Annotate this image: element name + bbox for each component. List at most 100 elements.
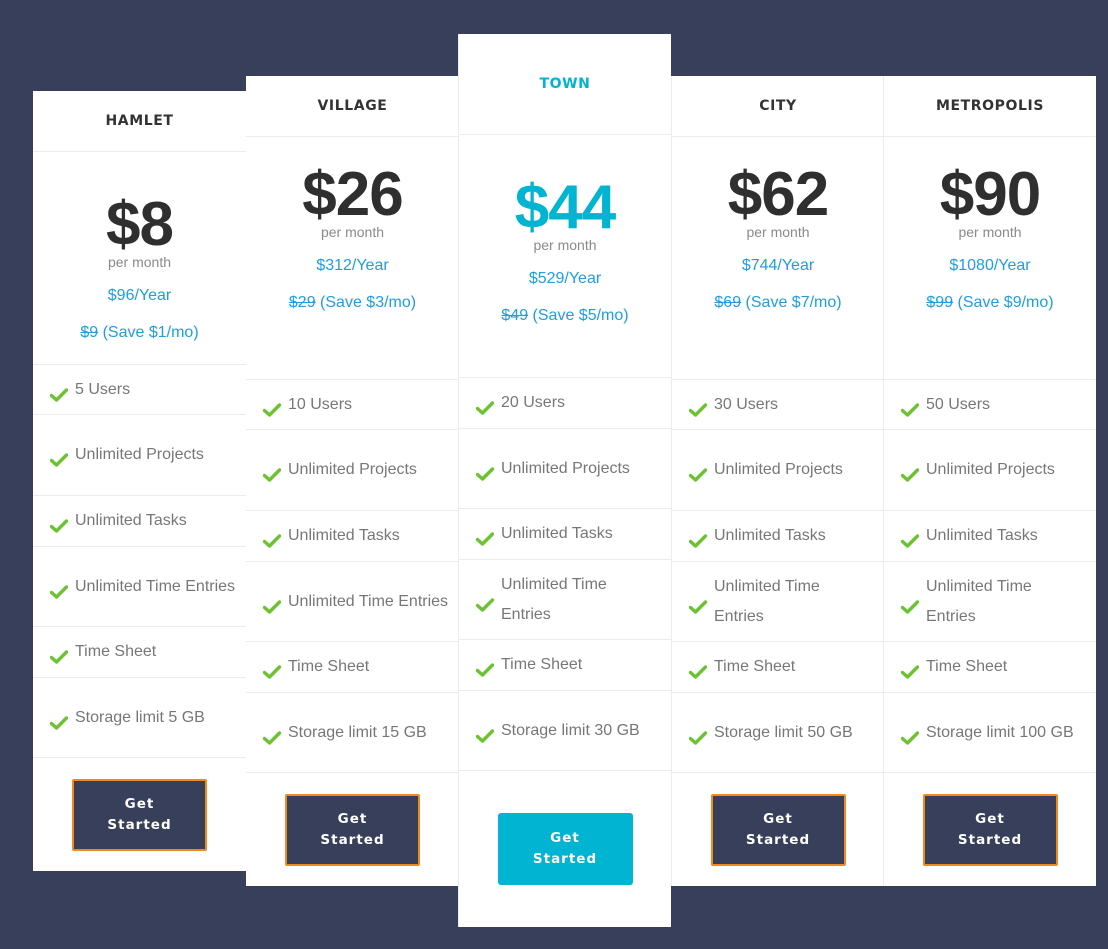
feature-label: Unlimited Time Entries [501, 575, 607, 623]
price-section: $26 per month $312/Year $29 (Save $3/mo) [246, 137, 459, 380]
plan-name: HAMLET [33, 91, 246, 152]
feature-label: Unlimited Time Entries [714, 577, 820, 625]
feature-label: Unlimited Projects [288, 461, 417, 478]
plan-card-village: VILLAGE $26 per month $312/Year $29 (Sav… [246, 76, 459, 886]
card-footer: Get Started [459, 771, 671, 927]
feature-item: Unlimited Projects [246, 430, 459, 511]
feature-item: Unlimited Time Entries [246, 562, 459, 642]
feature-item: Storage limit 100 GB [884, 693, 1096, 773]
old-price: $49 [501, 307, 529, 324]
feature-label: Time Sheet [926, 658, 1008, 675]
check-icon [262, 726, 282, 745]
card-footer: Get Started [672, 773, 884, 886]
savings-note: $29 (Save $3/mo) [246, 288, 459, 317]
feature-item: Unlimited Time Entries [459, 560, 671, 640]
price-section: $62 per month $744/Year $69 (Save $7/mo) [672, 137, 884, 380]
check-icon [688, 463, 708, 482]
feature-label: Unlimited Time Entries [288, 592, 449, 610]
feature-label: Unlimited Projects [75, 446, 204, 463]
feature-item: Storage limit 15 GB [246, 693, 459, 773]
old-price: $69 [714, 294, 742, 311]
savings-note: $9 (Save $1/mo) [33, 318, 246, 347]
feature-item: Unlimited Tasks [884, 511, 1096, 562]
feature-label: Storage limit 15 GB [288, 723, 427, 741]
feature-item: Unlimited Tasks [246, 511, 459, 562]
old-price: $9 [80, 324, 99, 341]
feature-label: Unlimited Time Entries [926, 577, 1032, 625]
plan-card-town: TOWN $44 per month $529/Year $49 (Save $… [458, 34, 671, 927]
get-started-button[interactable]: Get Started [72, 778, 207, 851]
monthly-price: $90 [939, 160, 1041, 229]
feature-label: Unlimited Tasks [926, 527, 1038, 544]
feature-label: Storage limit 50 GB [714, 723, 853, 741]
price-section: $90 per month $1080/Year $99 (Save $9/mo… [884, 137, 1096, 380]
get-started-button[interactable]: Get Started [922, 793, 1058, 866]
check-icon [900, 660, 920, 679]
feature-label: Unlimited Tasks [288, 527, 400, 544]
feature-item: Unlimited Tasks [459, 509, 671, 560]
feature-item: Time Sheet [33, 627, 246, 678]
get-started-button[interactable]: Get Started [285, 793, 420, 866]
feature-label: 50 Users [926, 395, 991, 413]
feature-item: Time Sheet [672, 642, 884, 693]
yearly-price: $1080/Year [949, 257, 1031, 274]
feature-item: Storage limit 5 GB [33, 678, 246, 758]
check-icon [475, 396, 495, 415]
feature-label: Storage limit 5 GB [75, 708, 205, 726]
feature-item: 20 Users [459, 378, 671, 429]
check-icon [688, 660, 708, 679]
feature-item: 10 Users [246, 380, 459, 430]
feature-label: Unlimited Projects [926, 461, 1055, 478]
check-icon [49, 711, 69, 730]
check-icon [475, 593, 495, 612]
price-section: $8 per month $96/Year $9 (Save $1/mo) [33, 152, 246, 365]
plan-name: METROPOLIS [884, 76, 1096, 137]
plan-card-metropolis: METROPOLIS $90 per month $1080/Year $99 … [883, 76, 1096, 886]
check-icon [688, 398, 708, 417]
savings-text: (Save $5/mo) [528, 307, 629, 324]
savings-text: (Save $1/mo) [98, 324, 199, 341]
feature-item: Unlimited Tasks [672, 511, 884, 562]
plan-name: VILLAGE [246, 76, 459, 137]
monthly-price: $62 [727, 160, 829, 229]
feature-label: 30 Users [714, 395, 779, 413]
plan-name: CITY [672, 76, 884, 137]
feature-item: Time Sheet [884, 642, 1096, 693]
feature-item: Unlimited Tasks [33, 496, 246, 547]
savings-text: (Save $9/mo) [953, 294, 1054, 311]
check-icon [688, 529, 708, 548]
savings-note: $49 (Save $5/mo) [459, 301, 671, 330]
feature-label: Unlimited Tasks [714, 527, 826, 544]
price-period: per month [533, 237, 597, 253]
yearly-price: $312/Year [316, 257, 389, 274]
get-started-button[interactable]: Get Started [497, 813, 633, 885]
get-started-button[interactable]: Get Started [710, 793, 846, 866]
plan-name: TOWN [459, 34, 671, 135]
check-icon [475, 462, 495, 481]
feature-item: 30 Users [672, 380, 884, 430]
monthly-price: $44 [514, 173, 616, 242]
yearly-price: $96/Year [107, 287, 172, 304]
check-icon [49, 514, 69, 533]
savings-note: $69 (Save $7/mo) [672, 288, 884, 317]
feature-label: 5 Users [75, 380, 131, 398]
feature-item: Storage limit 30 GB [459, 691, 671, 771]
check-icon [475, 724, 495, 743]
savings-note: $99 (Save $9/mo) [884, 288, 1096, 317]
yearly-price: $744/Year [741, 257, 815, 274]
feature-item: Time Sheet [246, 642, 459, 693]
feature-item: Unlimited Time Entries [884, 562, 1096, 642]
check-icon [475, 527, 495, 546]
feature-item: 5 Users [33, 365, 246, 415]
feature-item: 50 Users [884, 380, 1096, 430]
price-period: per month [107, 254, 172, 270]
feature-item: Unlimited Projects [672, 430, 884, 511]
check-icon [262, 595, 282, 614]
feature-item: Storage limit 50 GB [672, 693, 884, 773]
check-icon [262, 529, 282, 548]
feature-label: 20 Users [501, 394, 566, 411]
price-period: per month [958, 224, 1022, 240]
check-icon [49, 580, 69, 599]
feature-label: Unlimited Projects [714, 461, 843, 478]
card-footer: Get Started [33, 758, 246, 871]
